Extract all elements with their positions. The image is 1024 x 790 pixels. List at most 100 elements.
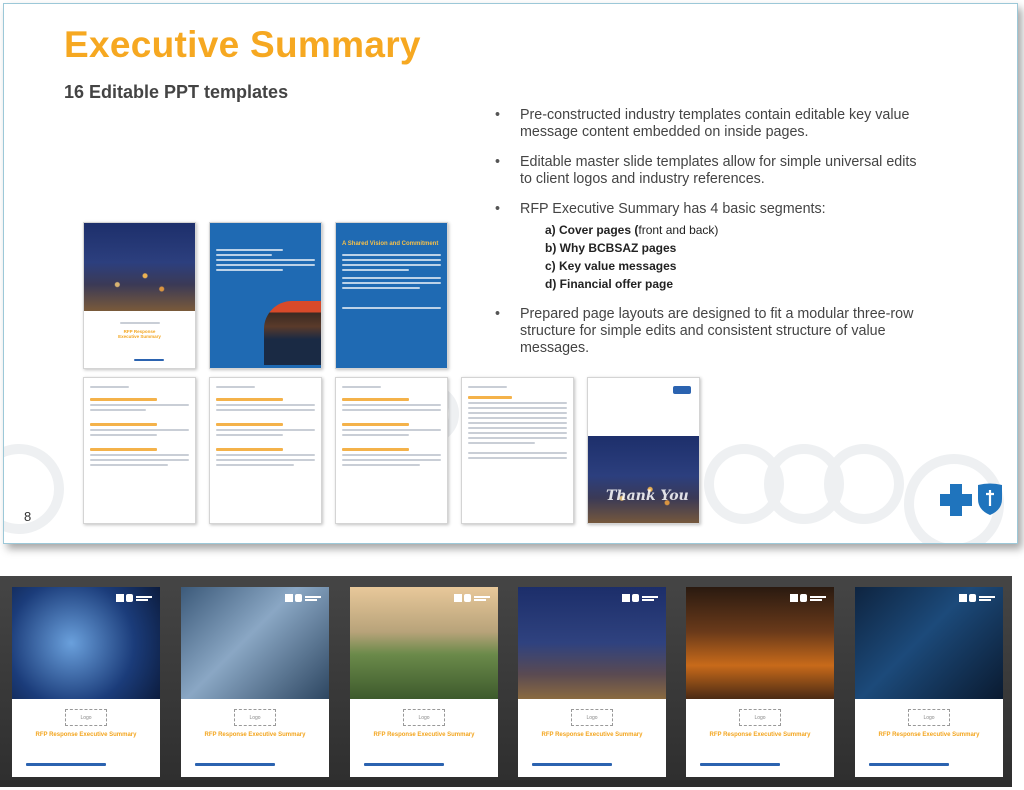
watermark-circle bbox=[4, 444, 64, 534]
segment-rest: front and back) bbox=[638, 223, 719, 237]
shared-vision-title: A Shared Vision and Commitment bbox=[342, 241, 439, 247]
card-title: RFP Response Executive Summary bbox=[204, 732, 306, 738]
doc-line bbox=[342, 423, 409, 426]
logo-placeholder: Logo bbox=[739, 709, 781, 726]
cover-photo bbox=[84, 223, 195, 311]
card-footer-line bbox=[364, 763, 444, 766]
bcbs-mini-logo bbox=[673, 386, 691, 394]
bullet-item: Prepared page layouts are designed to fi… bbox=[492, 306, 932, 357]
thank-you-text: Thank You bbox=[606, 488, 689, 504]
logo-placeholder: Logo bbox=[403, 709, 445, 726]
logo-placeholder: Logo bbox=[234, 709, 276, 726]
doc-line bbox=[342, 277, 441, 279]
thumbnail-key-value-2[interactable] bbox=[209, 377, 322, 524]
doc-line bbox=[216, 448, 283, 451]
card-footer-line bbox=[195, 763, 275, 766]
bcbs-brand-icon bbox=[116, 594, 152, 602]
segment-item: d) Financial offer page bbox=[545, 275, 932, 293]
slide-title: Executive Summary bbox=[64, 24, 421, 65]
doc-line bbox=[90, 404, 189, 406]
doc-line bbox=[216, 404, 315, 406]
doc-line bbox=[468, 386, 507, 388]
doc-line bbox=[468, 396, 513, 399]
card-footer-line bbox=[700, 763, 780, 766]
doc-line bbox=[468, 442, 535, 444]
card-footer-line bbox=[26, 763, 106, 766]
segment-bold: c) Key value messages bbox=[545, 259, 677, 273]
doc-line bbox=[216, 423, 283, 426]
card-title: RFP Response Executive Summary bbox=[541, 732, 643, 738]
cover-card-field[interactable]: Logo RFP Response Executive Summary bbox=[350, 587, 498, 777]
doc-line bbox=[468, 417, 567, 419]
doc-line bbox=[90, 454, 189, 456]
executive-summary-slide: Executive Summary 16 Editable PPT templa… bbox=[3, 3, 1018, 544]
doc-line bbox=[216, 464, 294, 466]
bcbs-brand-icon bbox=[959, 594, 995, 602]
segment-item: c) Key value messages bbox=[545, 257, 932, 275]
bullet-item: Editable master slide templates allow fo… bbox=[492, 154, 932, 188]
bullet-item: Pre-constructed industry templates conta… bbox=[492, 107, 932, 141]
doc-line bbox=[468, 427, 567, 429]
doc-line bbox=[216, 429, 315, 431]
doc-line bbox=[216, 398, 283, 401]
doc-line bbox=[90, 434, 157, 436]
segment-item: a) Cover pages (front and back) bbox=[545, 221, 932, 239]
doc-line bbox=[342, 287, 420, 289]
watermark-circle bbox=[824, 444, 904, 524]
doc-line bbox=[468, 422, 567, 424]
bcbs-logo-icon bbox=[940, 483, 1002, 516]
doc-line bbox=[90, 423, 157, 426]
doc-line bbox=[342, 259, 441, 261]
card-footer-line bbox=[532, 763, 612, 766]
doc-line bbox=[468, 452, 567, 454]
cover-card-control-room[interactable]: Logo RFP Response Executive Summary bbox=[855, 587, 1003, 777]
doc-line bbox=[90, 429, 189, 431]
doc-line bbox=[342, 282, 441, 284]
segment-bold: a) Cover pages ( bbox=[545, 223, 639, 237]
doc-line bbox=[342, 264, 441, 266]
cover-title: RFP Response Executive Summary bbox=[118, 329, 161, 339]
cover-filmstrip: Logo RFP Response Executive Summary Logo… bbox=[0, 576, 1012, 787]
doc-line bbox=[342, 434, 409, 436]
doc-line bbox=[468, 412, 567, 414]
doc-line bbox=[120, 322, 160, 324]
doc-line bbox=[90, 448, 157, 451]
doc-line bbox=[90, 386, 129, 388]
card-title: RFP Response Executive Summary bbox=[373, 732, 475, 738]
bullet-text: Prepared page layouts are designed to fi… bbox=[520, 306, 914, 356]
segment-bold: d) Financial offer page bbox=[545, 277, 674, 291]
doc-line bbox=[342, 454, 441, 456]
doc-line bbox=[342, 307, 441, 309]
card-footer-line bbox=[869, 763, 949, 766]
cover-card-mine[interactable]: Logo RFP Response Executive Summary bbox=[518, 587, 666, 777]
doc-line bbox=[216, 264, 315, 266]
bullet-text: RFP Executive Summary has 4 basic segmen… bbox=[520, 201, 826, 217]
bcbs-brand-icon bbox=[790, 594, 826, 602]
doc-line bbox=[342, 386, 381, 388]
cover-card-lab[interactable]: Logo RFP Response Executive Summary bbox=[12, 587, 160, 777]
thumbnail-why-bcbsaz[interactable] bbox=[209, 222, 322, 369]
doc-line bbox=[90, 464, 168, 466]
doc-line bbox=[216, 269, 283, 271]
doc-line bbox=[342, 459, 441, 461]
logo-placeholder: Logo bbox=[571, 709, 613, 726]
doc-line bbox=[342, 464, 420, 466]
logo-placeholder: Logo bbox=[908, 709, 950, 726]
bullet-list: Pre-constructed industry templates conta… bbox=[492, 107, 932, 370]
card-title: RFP Response Executive Summary bbox=[35, 732, 137, 738]
bullet-text: Pre-constructed industry templates conta… bbox=[520, 107, 910, 140]
bcbs-brand-icon bbox=[622, 594, 658, 602]
doc-line bbox=[342, 409, 441, 411]
thumbnail-cover-front[interactable]: RFP Response Executive Summary bbox=[83, 222, 196, 369]
thumbnail-key-value-1[interactable] bbox=[83, 377, 196, 524]
cover-card-fire[interactable]: Logo RFP Response Executive Summary bbox=[686, 587, 834, 777]
thumbnail-financial-offer[interactable] bbox=[461, 377, 574, 524]
segment-list: a) Cover pages (front and back) b) Why B… bbox=[520, 221, 932, 293]
doc-line bbox=[468, 437, 567, 439]
thumbnail-shared-vision[interactable]: A Shared Vision and Commitment bbox=[335, 222, 448, 369]
cover-card-office[interactable]: Logo RFP Response Executive Summary bbox=[181, 587, 329, 777]
doc-line bbox=[134, 359, 164, 361]
thumbnail-key-value-3[interactable] bbox=[335, 377, 448, 524]
thumbnail-cover-back[interactable]: Thank You bbox=[587, 377, 700, 524]
doc-line bbox=[342, 429, 441, 431]
